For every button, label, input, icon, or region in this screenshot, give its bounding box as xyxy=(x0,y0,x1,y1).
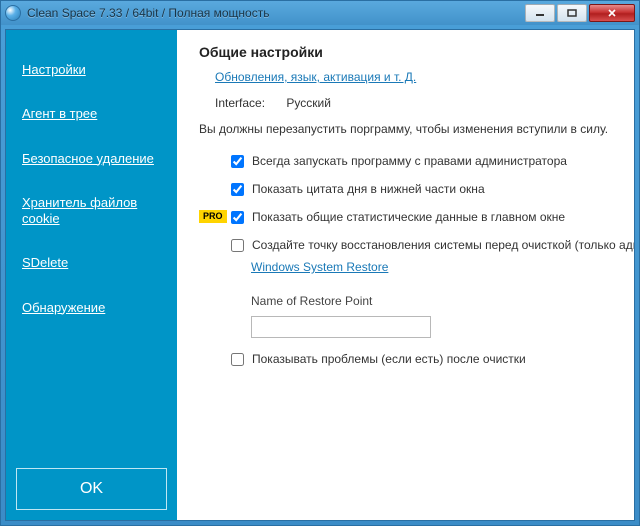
checkbox-show-stats[interactable] xyxy=(231,211,244,224)
updates-link[interactable]: Обновления, язык, активация и т. Д. xyxy=(215,70,416,84)
page-title: Общие настройки xyxy=(199,44,616,60)
sidebar-item-tray-agent[interactable]: Агент в трее xyxy=(6,92,177,136)
option-show-problems: Показывать проблемы (если есть) после оч… xyxy=(199,352,616,366)
restore-name-label: Name of Restore Point xyxy=(251,294,616,308)
checkbox-run-as-admin[interactable] xyxy=(231,155,244,168)
option-run-as-admin-label: Всегда запускать программу с правами адм… xyxy=(252,154,567,168)
content-area: Настройки Агент в трее Безопасное удален… xyxy=(5,29,635,521)
option-show-quote-label: Показать цитата дня в нижней части окна xyxy=(252,182,485,196)
option-show-stats-label: Показать общие статистические данные в г… xyxy=(252,210,565,224)
sidebar-item-settings[interactable]: Настройки xyxy=(6,48,177,92)
main-panel: Общие настройки Обновления, язык, актива… xyxy=(177,30,634,520)
ok-button-wrap: OK xyxy=(6,458,177,520)
interface-label: Interface: xyxy=(215,96,265,110)
option-show-problems-label: Показывать проблемы (если есть) после оч… xyxy=(252,352,526,366)
sidebar-item-cookie-keeper[interactable]: Хранитель файлов cookie xyxy=(6,181,177,242)
checkbox-restore-point[interactable] xyxy=(231,239,244,252)
restore-point-sub: Windows System Restore Name of Restore P… xyxy=(251,260,616,338)
sidebar-item-detection[interactable]: Обнаружение xyxy=(6,286,177,330)
sidebar-item-sdelete[interactable]: SDelete xyxy=(6,241,177,285)
option-show-stats: PRO Показать общие статистические данные… xyxy=(199,210,616,224)
app-icon xyxy=(5,5,21,21)
window-title: Clean Space 7.33 / 64bit / Полная мощнос… xyxy=(27,6,525,20)
sidebar: Настройки Агент в трее Безопасное удален… xyxy=(6,30,177,520)
interface-value: Русский xyxy=(286,96,331,110)
interface-row: Interface: Русский xyxy=(215,96,616,110)
option-show-quote: Показать цитата дня в нижней части окна xyxy=(199,182,616,196)
minimize-button[interactable] xyxy=(525,4,555,22)
restore-name-input[interactable] xyxy=(251,316,431,338)
titlebar: Clean Space 7.33 / 64bit / Полная мощнос… xyxy=(1,1,639,25)
option-restore-point: Создайте точку восстановления системы пе… xyxy=(199,238,616,252)
option-run-as-admin: Всегда запускать программу с правами адм… xyxy=(199,154,616,168)
pro-badge: PRO xyxy=(199,210,227,223)
ok-button[interactable]: OK xyxy=(16,468,167,510)
checkbox-show-problems[interactable] xyxy=(231,353,244,366)
system-restore-link[interactable]: Windows System Restore xyxy=(251,260,388,274)
maximize-button[interactable] xyxy=(557,4,587,22)
checkbox-show-quote[interactable] xyxy=(231,183,244,196)
option-restore-point-label: Создайте точку восстановления системы пе… xyxy=(252,238,634,252)
close-button[interactable] xyxy=(589,4,635,22)
app-window: Clean Space 7.33 / 64bit / Полная мощнос… xyxy=(0,0,640,526)
sidebar-items: Настройки Агент в трее Безопасное удален… xyxy=(6,30,177,458)
window-controls xyxy=(525,4,635,22)
restart-note: Вы должны перезапустить порграмму, чтобы… xyxy=(199,122,616,136)
sidebar-item-secure-delete[interactable]: Безопасное удаление xyxy=(6,137,177,181)
